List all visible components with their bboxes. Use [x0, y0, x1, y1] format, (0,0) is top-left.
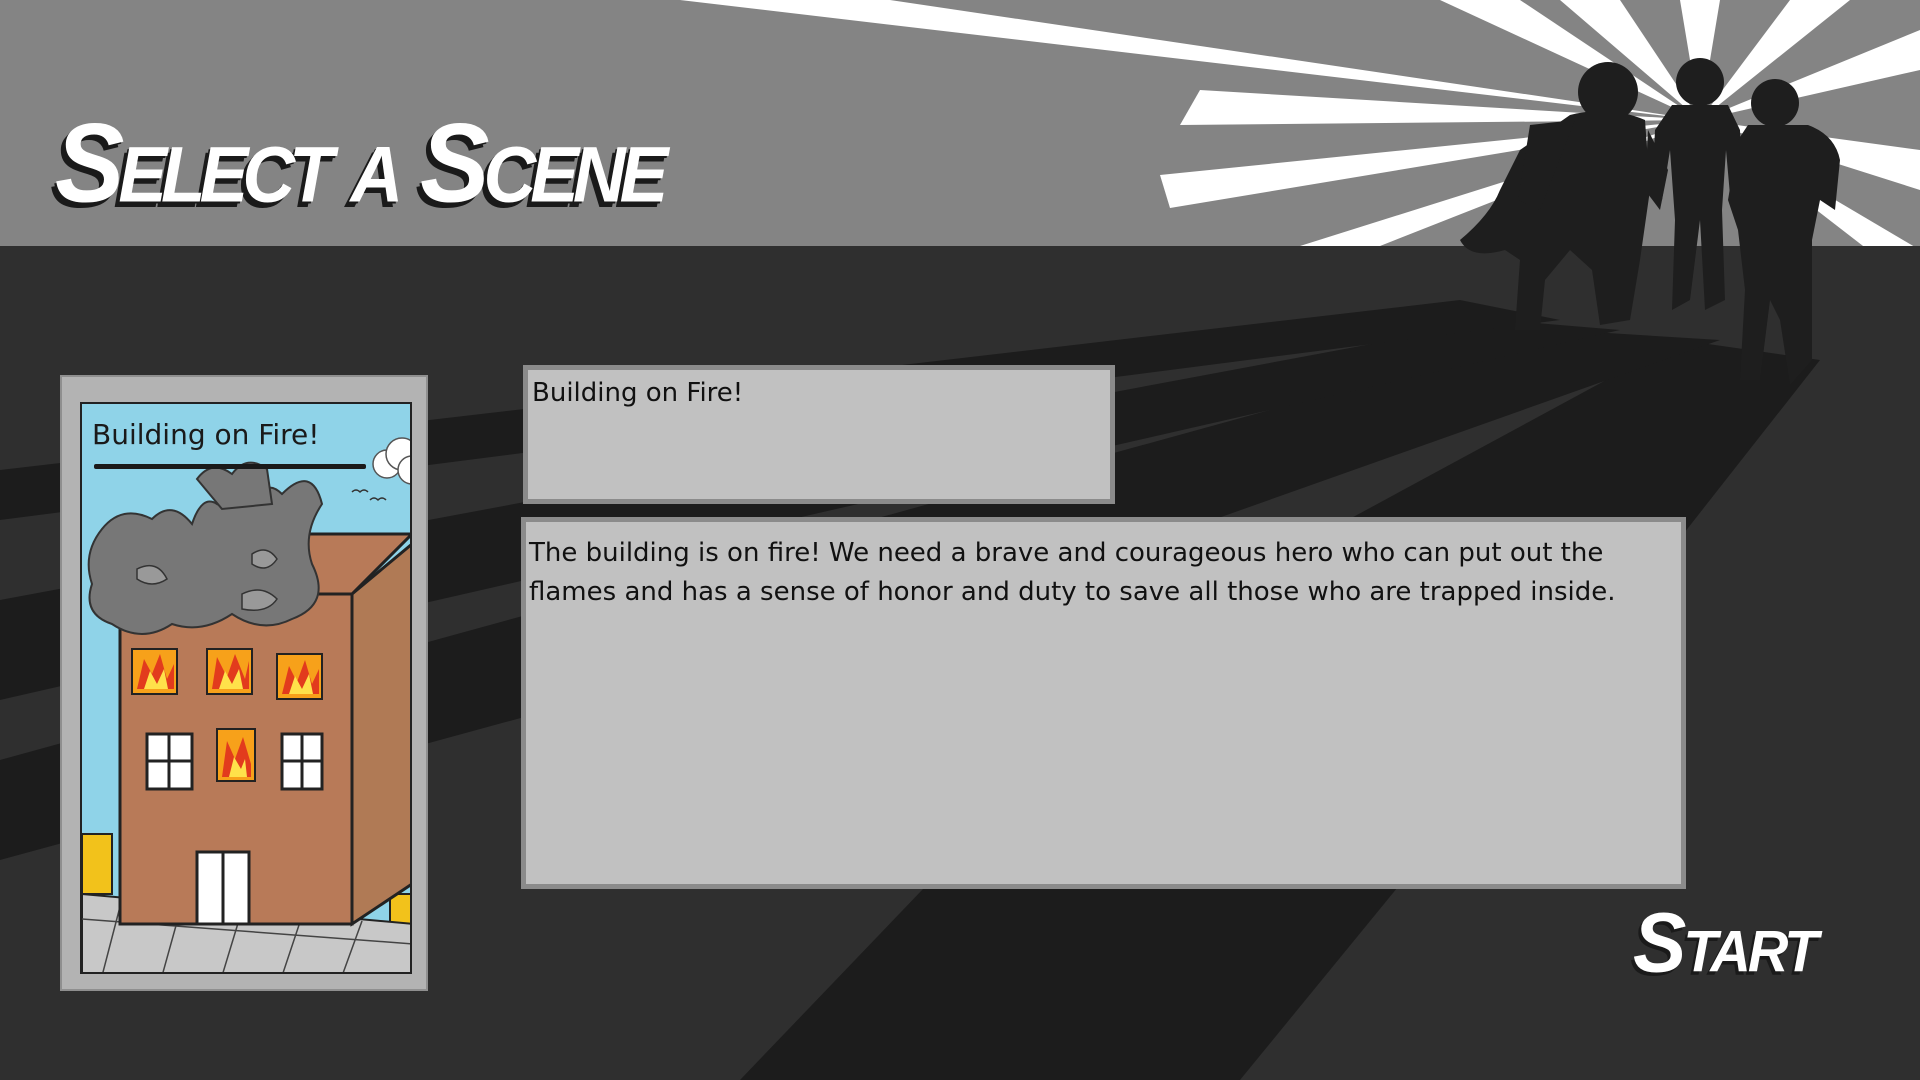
- scene-card[interactable]: Building on Fire!: [60, 375, 428, 991]
- page-title: Select a Scene: [55, 101, 668, 227]
- scene-name-field: Building on Fire!: [523, 365, 1115, 504]
- door: [195, 850, 251, 926]
- burning-building-illustration: [82, 404, 410, 972]
- start-button[interactable]: Start: [1633, 895, 1818, 992]
- scene-thumbnail: Building on Fire!: [80, 402, 412, 974]
- card-title: Building on Fire!: [92, 418, 320, 451]
- scene-description-field: The building is on fire! We need a brave…: [521, 517, 1686, 889]
- card-title-underline: [94, 464, 366, 469]
- scene-select-screen: Select a Scene Building on Fire! Buildin…: [0, 0, 1920, 1080]
- scene-name-text: Building on Fire!: [532, 378, 744, 408]
- scene-description-text: The building is on fire! We need a brave…: [529, 538, 1616, 607]
